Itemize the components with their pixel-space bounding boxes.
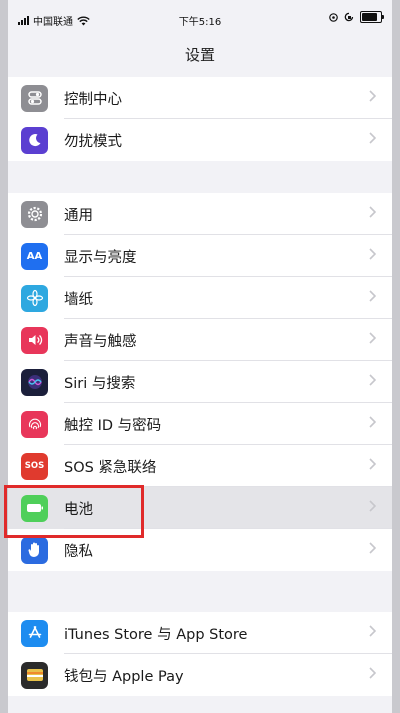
row-label: 显示与亮度: [64, 249, 137, 266]
sos-icon: SOS: [21, 452, 48, 480]
wallet-icon: [21, 661, 48, 689]
row-label: SOS 紧急联络: [64, 459, 157, 476]
page-title: 设置: [184, 46, 215, 64]
fingerprint-icon: [21, 410, 48, 438]
settings-row-itunes-app-store[interactable]: iTunes Store 与 App Store: [8, 612, 392, 654]
moon-icon: [21, 126, 48, 154]
settings-screen: 中国联通 下午5:16 设置 控制中心 勿扰模式 通用 AA 显示与亮度 墙纸 …: [8, 0, 392, 713]
chevron-right-icon: [369, 667, 376, 679]
siri-icon: [21, 368, 48, 396]
settings-row-control-center[interactable]: 控制中心: [8, 77, 392, 119]
row-label: Siri 与搜索: [64, 375, 136, 392]
chevron-right-icon: [369, 90, 376, 102]
gear-icon: [21, 200, 48, 228]
chevron-right-icon: [369, 290, 376, 302]
chevron-right-icon: [369, 625, 376, 637]
settings-row-wallet-apple-pay[interactable]: 钱包与 Apple Pay: [8, 654, 392, 696]
chevron-right-icon: [369, 542, 376, 554]
app-store-icon: [21, 619, 48, 647]
settings-row-emergency-sos[interactable]: SOS SOS 紧急联络: [8, 445, 392, 487]
chevron-right-icon: [369, 248, 376, 260]
row-label: iTunes Store 与 App Store: [64, 626, 248, 643]
text-size-icon: AA: [21, 242, 48, 270]
chevron-right-icon: [369, 416, 376, 428]
wallpaper-flower-icon: [21, 284, 48, 312]
highlight-annotation-box: [4, 485, 144, 538]
chevron-right-icon: [369, 458, 376, 470]
settings-row-wallpaper[interactable]: 墙纸: [8, 277, 392, 319]
settings-row-siri-search[interactable]: Siri 与搜索: [8, 361, 392, 403]
orientation-lock-icon: [344, 12, 354, 22]
settings-row-general[interactable]: 通用: [8, 193, 392, 235]
chevron-right-icon: [369, 500, 376, 512]
settings-group-1: 控制中心 勿扰模式: [8, 77, 392, 161]
status-bar: 中国联通 下午5:16: [8, 0, 392, 44]
chevron-right-icon: [369, 374, 376, 386]
chevron-right-icon: [369, 206, 376, 218]
chevron-right-icon: [369, 132, 376, 144]
row-label: 钱包与 Apple Pay: [64, 668, 184, 685]
location-icon: [329, 12, 338, 22]
battery-status-icon: [360, 11, 384, 23]
row-label: 触控 ID 与密码: [64, 417, 162, 434]
row-label: 声音与触感: [64, 333, 137, 350]
settings-row-sounds-haptics[interactable]: 声音与触感: [8, 319, 392, 361]
chevron-right-icon: [369, 332, 376, 344]
hand-icon: [21, 536, 48, 564]
row-label: 控制中心: [64, 91, 122, 108]
row-label: 勿扰模式: [64, 133, 122, 150]
settings-row-touch-id-passcode[interactable]: 触控 ID 与密码: [8, 403, 392, 445]
settings-row-do-not-disturb[interactable]: 勿扰模式: [8, 119, 392, 161]
settings-row-display-brightness[interactable]: AA 显示与亮度: [8, 235, 392, 277]
settings-group-3: iTunes Store 与 App Store 钱包与 Apple Pay: [8, 612, 392, 696]
row-label: 隐私: [64, 543, 93, 560]
row-label: 墙纸: [64, 291, 93, 308]
row-label: 通用: [64, 207, 93, 224]
control-center-icon: [21, 84, 48, 112]
speaker-icon: [21, 326, 48, 354]
